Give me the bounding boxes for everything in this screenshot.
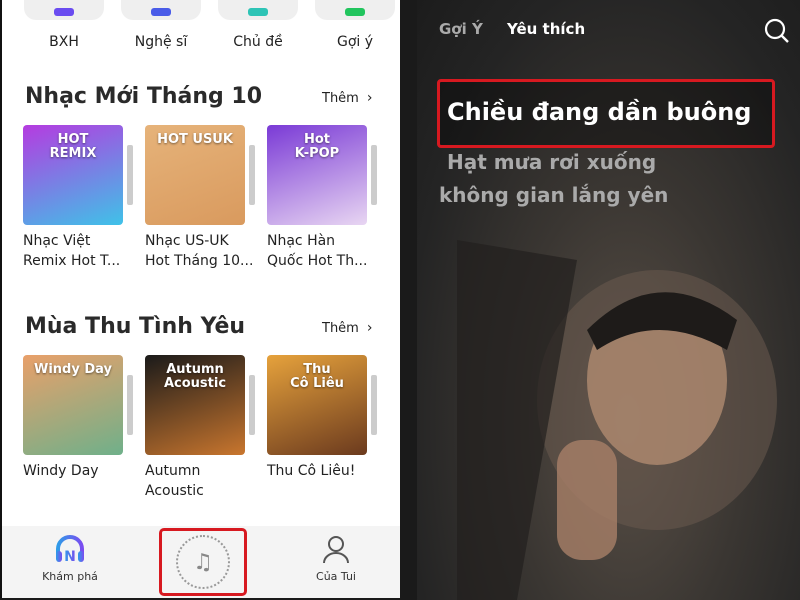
category-icon	[151, 8, 171, 16]
nav-discover[interactable]: N Khám phá	[20, 534, 120, 583]
cover-text: Hot K-POP	[294, 132, 340, 162]
cover-text: HOT REMIX	[49, 132, 97, 162]
cover-text: HOT USUK	[157, 132, 233, 147]
category-tile[interactable]	[218, 0, 298, 20]
cover-text: Thu Cô Liêu	[290, 362, 344, 392]
section-title: Nhạc Mới Tháng 10	[25, 84, 263, 109]
player-button[interactable]: ♫	[159, 528, 247, 596]
playlist-title: Nhạc US-UK Hot Tháng 10...	[145, 233, 254, 269]
headphones-logo-icon: N	[56, 535, 84, 565]
category-icon	[54, 8, 74, 16]
playlist-cover: HOT REMIX	[23, 125, 123, 225]
category-icon	[345, 8, 365, 16]
playlist-title: Nhạc Hàn Quốc Hot Th...	[267, 233, 368, 269]
cover-stack	[127, 145, 133, 205]
playlist-title: Thu Cô Liêu!	[267, 463, 356, 479]
category-label[interactable]: BXH	[14, 34, 114, 50]
lyrics-panel: Gợi Ý Yêu thích Chiều đang dần buông Hạt…	[417, 0, 800, 600]
more-label: Thêm	[322, 321, 359, 336]
playlist-cover: Thu Cô Liêu	[267, 355, 367, 455]
playlist-cover: HOT USUK	[145, 125, 245, 225]
cover-stack	[371, 145, 377, 205]
category-tile[interactable]	[24, 0, 104, 20]
playlist-title: Windy Day	[23, 463, 99, 479]
category-label[interactable]: Nghệ sĩ	[111, 34, 211, 50]
next-lyric: Hạt mưa rơi xuống	[447, 150, 657, 174]
tab-favorites[interactable]: Yêu thích	[507, 20, 585, 38]
category-tile[interactable]	[315, 0, 395, 20]
playlist-title: Autumn Acoustic	[145, 463, 204, 499]
current-lyric: Chiều đang dần buông	[447, 98, 752, 126]
user-icon	[323, 536, 349, 564]
category-tile[interactable]	[121, 0, 201, 20]
chevron-right-icon: ›	[366, 90, 373, 106]
cover-stack	[371, 375, 377, 435]
category-label[interactable]: Gợi ý	[305, 34, 400, 50]
more-link[interactable]: Thêm ›	[322, 320, 372, 336]
playlist-title: Nhạc Việt Remix Hot T...	[23, 233, 121, 269]
category-label[interactable]: Chủ đề	[208, 34, 308, 50]
nav-mine[interactable]: Của Tui	[286, 534, 386, 583]
music-home-panel: BXH Nghệ sĩ Chủ đề Gợi ý Nhạc Mới Tháng 10 T…	[0, 0, 400, 598]
more-link[interactable]: Thêm ›	[322, 90, 372, 106]
artist-photo	[457, 240, 777, 600]
nav-mine-label: Của Tui	[316, 570, 356, 583]
tab-suggest[interactable]: Gợi Ý	[439, 20, 483, 38]
cover-text: Autumn Acoustic	[163, 362, 227, 392]
chevron-right-icon: ›	[366, 320, 373, 336]
cover-text: Windy Day	[34, 362, 112, 377]
cover-stack	[249, 375, 255, 435]
playlist-cover: Hot K-POP	[267, 125, 367, 225]
more-label: Thêm	[322, 91, 359, 106]
cover-stack	[127, 375, 133, 435]
music-note-icon: ♫	[176, 535, 230, 589]
next-lyric-2: không gian lắng yên	[439, 183, 669, 207]
playlist-cover: Windy Day	[23, 355, 123, 455]
category-icon	[248, 8, 268, 16]
section-title: Mùa Thu Tình Yêu	[25, 314, 246, 339]
search-icon[interactable]	[764, 18, 790, 44]
playlist-cover: Autumn Acoustic	[145, 355, 245, 455]
svg-text:N: N	[64, 549, 76, 564]
nav-discover-label: Khám phá	[42, 570, 98, 583]
bottom-nav: N Khám phá ♫ Của Tui	[2, 526, 400, 598]
cover-stack	[249, 145, 255, 205]
